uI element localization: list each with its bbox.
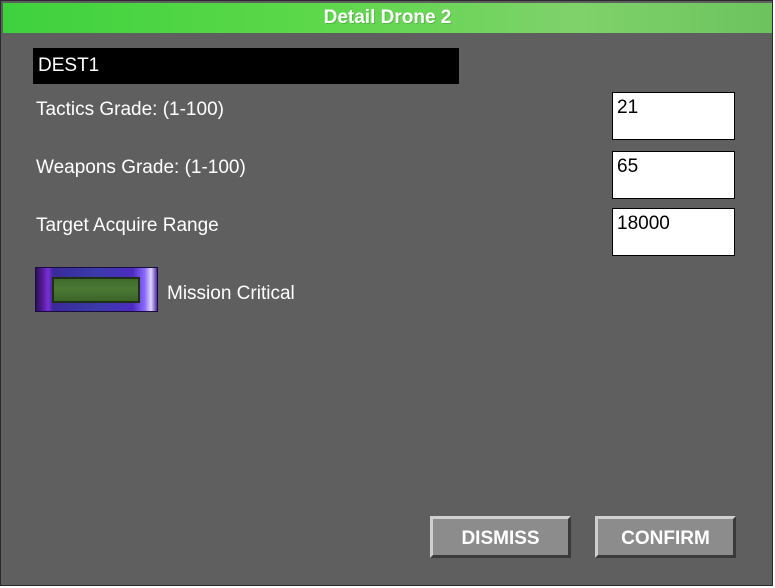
confirm-button[interactable]: CONFIRM [595,516,736,558]
weapons-grade-label: Weapons Grade: (1-100) [36,157,246,178]
mission-critical-toggle[interactable] [35,267,158,312]
detail-drone-dialog: Detail Drone 2 DEST1 Tactics Grade: (1-1… [0,0,773,586]
tactics-grade-input[interactable]: 21 [612,92,735,140]
drone-name-field[interactable]: DEST1 [33,48,459,84]
tactics-grade-label: Tactics Grade: (1-100) [36,99,224,120]
dialog-title: Detail Drone 2 [3,3,772,33]
mission-critical-label: Mission Critical [167,283,295,304]
mission-critical-toggle-indicator [52,277,140,303]
target-acquire-range-input[interactable]: 18000 [612,208,735,256]
weapons-grade-input[interactable]: 65 [612,151,735,199]
dismiss-button[interactable]: DISMISS [430,516,571,558]
target-acquire-range-label: Target Acquire Range [36,215,219,236]
